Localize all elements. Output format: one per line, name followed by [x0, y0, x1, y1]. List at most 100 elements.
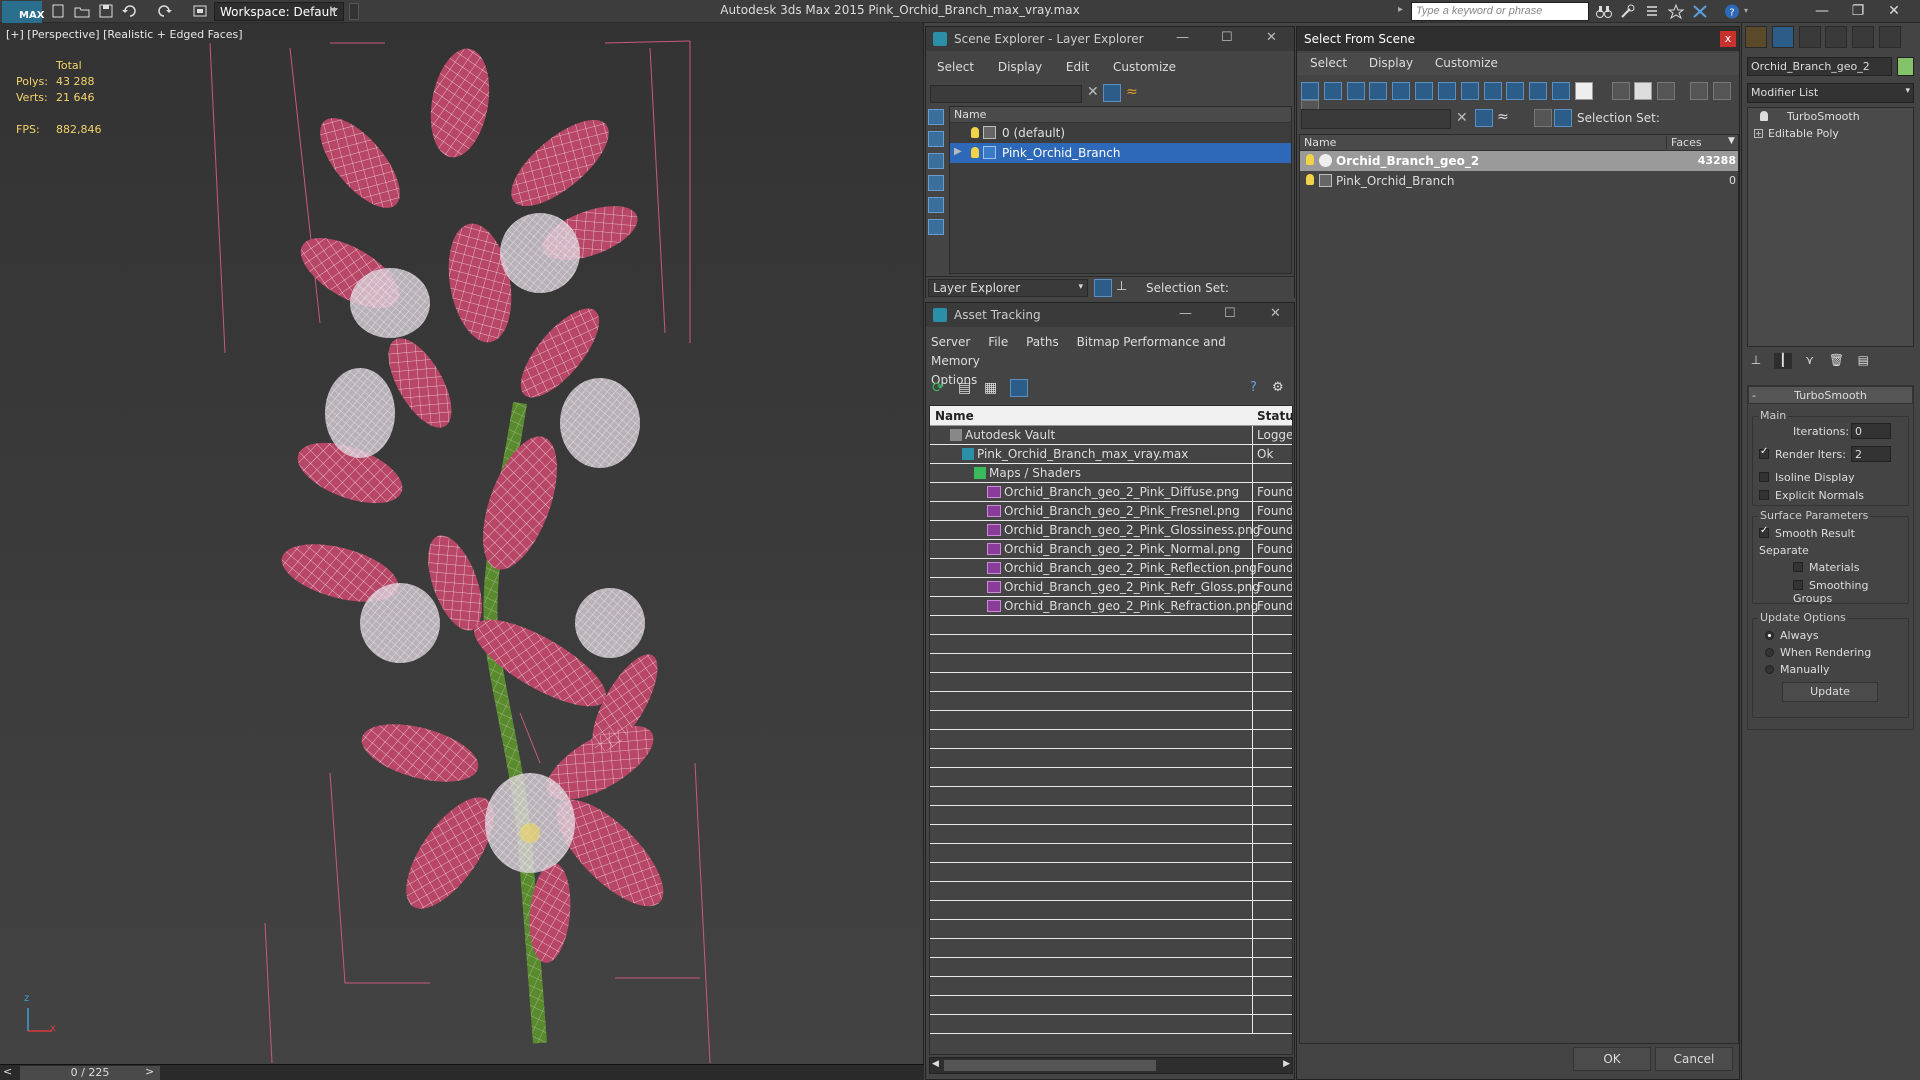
- light-bulb-icon[interactable]: [971, 147, 979, 158]
- close-button[interactable]: ✕: [1876, 2, 1912, 21]
- restore-button[interactable]: ❐: [1840, 2, 1876, 21]
- horizontal-scrollbar[interactable]: ◀ ▶: [929, 1057, 1293, 1074]
- select-invert-icon[interactable]: [1657, 82, 1676, 100]
- scene-explorer-titlebar[interactable]: Scene Explorer - Layer Explorer — ☐ ✕: [926, 27, 1294, 51]
- asset-row[interactable]: Orchid_Branch_geo_2_Pink_Fresnel.png Foun…: [930, 502, 1292, 521]
- asset-row[interactable]: Orchid_Branch_geo_2_Pink_Refr_Gloss.png F…: [930, 578, 1292, 597]
- help-icon[interactable]: ?: [1724, 4, 1740, 19]
- menu-customize[interactable]: Customize: [1113, 60, 1176, 74]
- display-lights-icon[interactable]: [928, 153, 944, 169]
- render-iters-checkbox[interactable]: [1759, 446, 1769, 459]
- save-icon[interactable]: [98, 4, 114, 18]
- light-bulb-icon[interactable]: [971, 127, 979, 138]
- menu-display[interactable]: Display: [1369, 56, 1413, 70]
- undo-icon[interactable]: [122, 4, 138, 18]
- smooth-result-row[interactable]: Smooth Result: [1759, 525, 1855, 540]
- hierarchy-mode-icon[interactable]: ⊥: [1116, 279, 1134, 297]
- display-tab-icon[interactable]: [1852, 26, 1875, 48]
- manually-radio-row[interactable]: Manually: [1765, 663, 1830, 676]
- hierarchy-icon[interactable]: [1712, 82, 1731, 100]
- close-icon[interactable]: ✕: [1270, 306, 1281, 321]
- explicit-normals-checkbox[interactable]: [1759, 490, 1769, 500]
- when-rendering-radio-row[interactable]: When Rendering: [1765, 646, 1871, 659]
- layer-row[interactable]: 0 (default): [950, 123, 1291, 143]
- prev-frame-button[interactable]: <: [3, 1065, 12, 1078]
- help-icon[interactable]: ?: [1250, 380, 1268, 398]
- create-tab-icon[interactable]: [1745, 26, 1767, 48]
- asset-tracking-titlebar[interactable]: Asset Tracking — ☐ ✕: [926, 303, 1294, 327]
- grid-view-icon[interactable]: [1010, 379, 1028, 397]
- menu-select[interactable]: Select: [1310, 56, 1347, 70]
- expand-arrow-icon[interactable]: ▶: [954, 146, 962, 157]
- ok-button[interactable]: OK: [1573, 1047, 1651, 1071]
- app-logo[interactable]: MAX: [2, 1, 44, 23]
- materials-row[interactable]: Materials: [1793, 561, 1859, 574]
- display-shapes-icon[interactable]: [1323, 82, 1342, 100]
- configure-sets-icon[interactable]: ▤: [1854, 353, 1872, 369]
- filter-toggle-icon[interactable]: [1475, 109, 1493, 127]
- select-none-icon[interactable]: [1634, 82, 1653, 100]
- menu-file[interactable]: File: [988, 335, 1008, 349]
- expand-plus-icon[interactable]: +: [1754, 129, 1763, 138]
- display-hidden-icon[interactable]: [1552, 82, 1571, 100]
- always-radio[interactable]: [1765, 631, 1774, 640]
- pin-stack-icon[interactable]: ⊥: [1747, 353, 1765, 369]
- display-bones-icon[interactable]: [1483, 82, 1502, 100]
- menu-server[interactable]: Server: [931, 335, 970, 349]
- refresh-icon[interactable]: ⟳: [932, 380, 950, 398]
- light-bulb-icon[interactable]: [1760, 111, 1768, 121]
- viewport-label[interactable]: [+] [Perspective] [Realistic + Edged Fac…: [6, 28, 243, 41]
- update-button[interactable]: Update: [1782, 682, 1878, 702]
- smoothing-groups-checkbox[interactable]: [1793, 580, 1803, 590]
- workspace-menu-button[interactable]: [349, 3, 359, 20]
- sync-selection-icon[interactable]: ≈: [1126, 84, 1144, 102]
- close-icon[interactable]: ✕: [1266, 30, 1277, 45]
- layer-row-selected[interactable]: ▶ Pink_Orchid_Branch: [950, 143, 1291, 163]
- turbosmooth-rollout-header[interactable]: - TurboSmooth: [1748, 386, 1913, 404]
- minimize-button[interactable]: —: [1804, 2, 1840, 21]
- display-spacewarps-icon[interactable]: [928, 219, 944, 235]
- make-unique-icon[interactable]: ⋎: [1801, 353, 1819, 369]
- help-dropdown-icon[interactable]: ▾: [1744, 6, 1748, 15]
- iterations-spinner[interactable]: 0: [1851, 423, 1891, 439]
- modifier-editable-poly[interactable]: + Editable Poly: [1748, 125, 1913, 142]
- layer-mode-icon[interactable]: [1094, 279, 1112, 297]
- asset-row[interactable]: Orchid_Branch_geo_2_Pink_Reflection.png F…: [930, 559, 1292, 578]
- hierarchy-tab-icon[interactable]: [1798, 26, 1821, 48]
- light-bulb-icon[interactable]: [1306, 174, 1314, 185]
- object-name-field[interactable]: Orchid_Branch_geo_2: [1747, 57, 1892, 76]
- menu-display[interactable]: Display: [998, 60, 1042, 74]
- sync-selection-icon[interactable]: ≈: [1497, 109, 1509, 125]
- display-helpers-icon[interactable]: [1392, 82, 1411, 100]
- search-input[interactable]: Type a keyword or phrase: [1411, 2, 1589, 21]
- manually-radio[interactable]: [1765, 665, 1774, 674]
- filter-icon[interactable]: [1103, 84, 1121, 102]
- display-geometry-icon[interactable]: [928, 109, 944, 125]
- display-xrefs-icon[interactable]: [1460, 82, 1479, 100]
- time-slider[interactable]: 0 / 225: [20, 1066, 160, 1080]
- menu-customize[interactable]: Customize: [1435, 56, 1498, 70]
- scroll-thumb[interactable]: [944, 1060, 1156, 1071]
- display-shapes-icon[interactable]: [928, 131, 944, 147]
- menu-edit[interactable]: Edit: [1066, 60, 1089, 74]
- object-row[interactable]: Pink_Orchid_Branch 0: [1300, 171, 1738, 191]
- tools-icon[interactable]: [1620, 4, 1636, 19]
- star-icon[interactable]: [1668, 4, 1684, 19]
- minimize-icon[interactable]: —: [1176, 30, 1189, 45]
- menu-paths[interactable]: Paths: [1026, 335, 1059, 349]
- isoline-display-row[interactable]: Isoline Display: [1759, 471, 1855, 484]
- perspective-viewport[interactable]: [+] [Perspective] [Realistic + Edged Fac…: [0, 23, 924, 1064]
- render-iters-checkbox-row[interactable]: Render Iters:: [1759, 446, 1846, 461]
- select-from-scene-titlebar[interactable]: Select From Scene x: [1297, 27, 1739, 51]
- when-rendering-radio[interactable]: [1765, 648, 1774, 657]
- display-lights-icon[interactable]: [1346, 82, 1365, 100]
- select-all-icon[interactable]: [1611, 82, 1630, 100]
- display-all-icon[interactable]: [1574, 82, 1593, 100]
- remove-modifier-icon[interactable]: 🗑: [1827, 353, 1845, 369]
- col-faces-header[interactable]: Faces: [1666, 136, 1702, 149]
- col-name-header[interactable]: Name: [1304, 136, 1336, 149]
- scroll-right-icon[interactable]: ▶: [1283, 1059, 1290, 1069]
- menu-bitmap-performance[interactable]: Bitmap Performance and Memory: [931, 335, 1226, 368]
- display-frozen-icon[interactable]: [1529, 82, 1548, 100]
- scroll-left-icon[interactable]: ◀: [932, 1059, 939, 1069]
